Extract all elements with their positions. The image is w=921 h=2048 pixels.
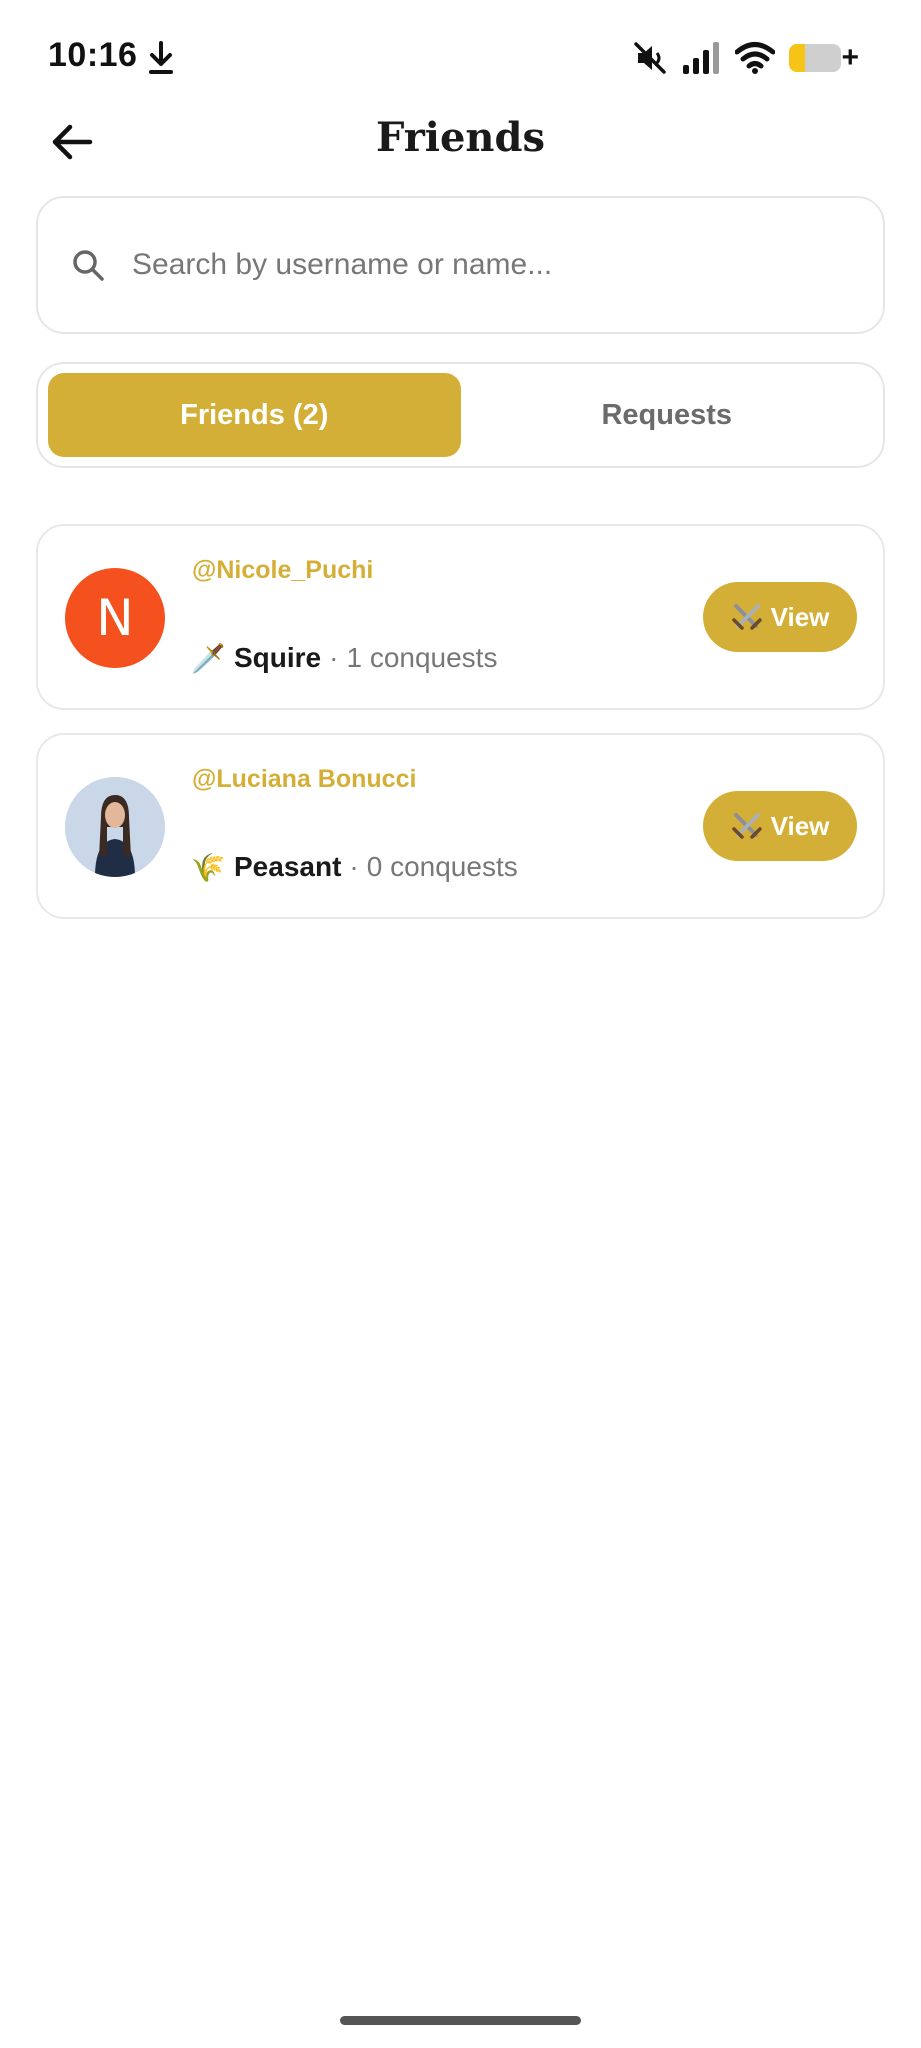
view-button[interactable]: View — [703, 791, 857, 861]
view-button-label: View — [770, 810, 830, 841]
status-bar: 10:16 + — [0, 0, 921, 110]
dagger-icon: 🗡️ — [190, 642, 226, 674]
search-input[interactable] — [132, 248, 812, 282]
view-button[interactable]: View — [703, 582, 857, 652]
separator: · — [329, 642, 339, 673]
battery-icon: + — [789, 42, 859, 74]
search-icon — [73, 250, 104, 281]
status-icons: + — [633, 40, 859, 76]
crossed-swords-icon — [731, 813, 762, 839]
rank-line: 🗡️ Squire · 1 conquests — [190, 642, 498, 674]
rank-name: Squire — [234, 642, 322, 673]
conquest-count: 1 conquests — [346, 642, 498, 673]
page-title: Friends — [376, 114, 545, 161]
separator: · — [349, 851, 359, 882]
conquest-count: 0 conquests — [366, 851, 518, 882]
profile-photo-icon — [65, 777, 165, 877]
signal-icon — [683, 42, 719, 74]
tab-friends[interactable]: Friends (2) — [48, 373, 461, 457]
mute-icon — [634, 42, 666, 74]
avatar — [65, 777, 165, 877]
battery-fill — [789, 44, 805, 72]
status-time: 10:16 — [48, 36, 138, 74]
wifi-icon — [735, 42, 775, 74]
home-indicator[interactable] — [340, 2016, 581, 2025]
search-box[interactable] — [36, 196, 885, 334]
battery-body — [789, 44, 841, 72]
crossed-swords-icon — [731, 604, 762, 630]
rank-line: 🌾 Peasant · 0 conquests — [190, 851, 518, 883]
friend-username[interactable]: @Luciana Bonucci — [192, 765, 416, 794]
view-button-label: View — [770, 601, 830, 632]
header: Friends — [0, 100, 921, 180]
avatar-initial: N — [96, 589, 134, 647]
friend-card[interactable]: N @Nicole_Puchi 🗡️ Squire · 1 conquests … — [36, 524, 885, 710]
wheat-icon: 🌾 — [190, 851, 226, 883]
rank-name: Peasant — [234, 851, 342, 882]
avatar: N — [65, 568, 165, 668]
tab-bar: Friends (2) Requests — [36, 362, 885, 468]
friend-username[interactable]: @Nicole_Puchi — [192, 556, 373, 585]
download-icon — [149, 41, 173, 74]
charging-plus-icon: + — [841, 41, 859, 74]
friend-card[interactable]: @Luciana Bonucci 🌾 Peasant · 0 conquests… — [36, 733, 885, 919]
tab-requests[interactable]: Requests — [461, 373, 874, 457]
